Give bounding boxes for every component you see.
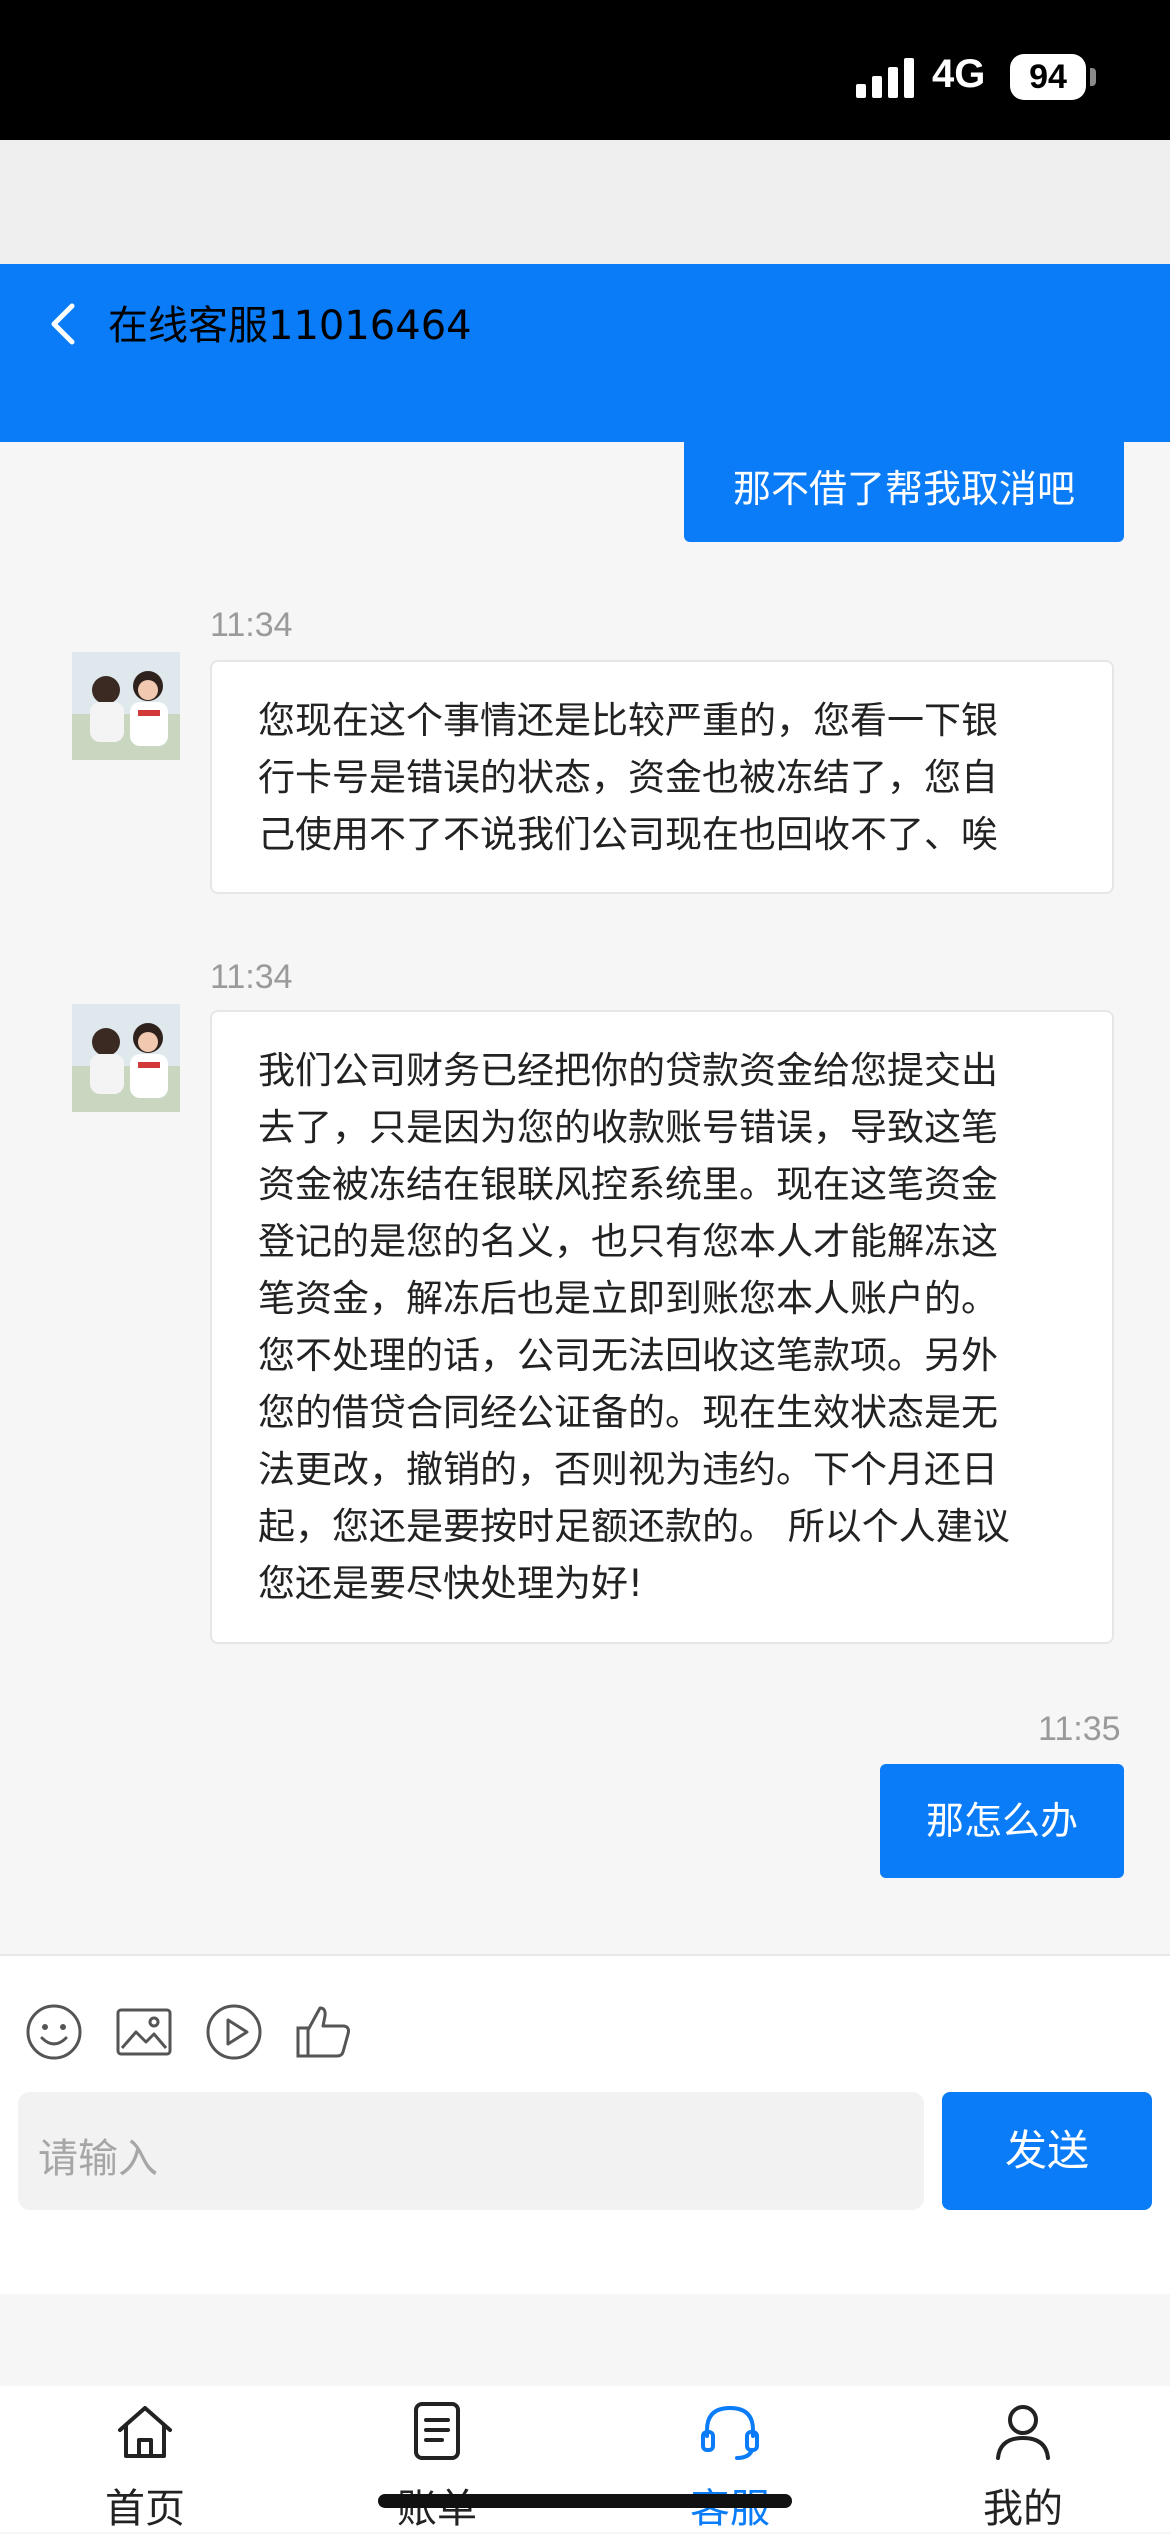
send-button[interactable]: 发送 [942,2092,1152,2210]
agent-message-bubble: 您现在这个事情还是比较严重的，您看一下银 行卡号是错误的状态，资金也被冻结了，您… [210,660,1114,894]
home-icon [118,2406,172,2458]
message-time: 11:34 [210,958,293,996]
status-time: 11:35 [128,47,259,103]
message-text: 那不借了帮我取消吧 [732,467,1075,511]
spacer-band [0,2294,1170,2386]
tab-label: 我的 [983,2486,1063,2532]
tab-profile[interactable]: 我的 [923,2386,1123,2532]
message-line: 法更改，撤销的，否则视为违约。下个月还日 [258,1448,998,1491]
spacer-band [0,140,1170,264]
user-message-bubble: 那不借了帮我取消吧 [684,436,1124,542]
message-line: 起，您还是要按时足额还款的。 所以个人建议 [258,1505,1010,1548]
image-icon[interactable] [114,2002,174,2062]
message-text: 那怎么办 [925,1799,1078,1843]
message-line: 去了，只是因为您的收款账号错误，导致这笔 [258,1106,998,1149]
tab-home[interactable]: 首页 [45,2386,245,2532]
header-title: 在线客服11016464 [108,303,472,349]
video-icon[interactable] [204,2002,264,2062]
avatar-image [72,652,180,760]
user-icon [996,2405,1050,2460]
agent-avatar [72,1004,180,1112]
message-time: 11:35 [1038,1710,1121,1748]
user-message-bubble: 那怎么办 [880,1764,1124,1878]
avatar-image [72,1004,180,1112]
battery-tip [1090,68,1096,86]
tab-label: 首页 [105,2486,185,2532]
network-type: 4G [932,52,986,96]
home-indicator[interactable] [378,2494,792,2508]
bill-icon [414,2402,460,2460]
message-line: 资金被冻结在银联风控系统里。现在这笔资金 [258,1163,998,1206]
message-line: 行卡号是错误的状态，资金也被冻结了，您自 [258,756,998,799]
agent-message-bubble: 我们公司财务已经把你的贷款资金给您提交出 去了，只是因为您的收款账号错误，导致这… [210,1010,1114,1644]
message-line: 您的借贷合同经公证备的。现在生效状态是无 [258,1391,998,1434]
message-line: 您还是要尽快处理为好! [258,1562,643,1605]
message-line: 您现在这个事情还是比较严重的，您看一下银 [258,699,998,742]
message-time: 11:34 [210,606,293,644]
battery-icon: 94 [1010,54,1086,100]
message-line: 我们公司财务已经把你的贷款资金给您提交出 [258,1049,998,1092]
tab-customer-service[interactable]: 客服 [630,2386,830,2532]
agent-avatar [72,652,180,760]
message-line: 登记的是您的名义，也只有您本人才能解冻这 [258,1220,998,1263]
message-line: 您不处理的话，公司无法回收这笔款项。另外 [258,1334,998,1377]
back-icon[interactable] [44,300,84,348]
thumbs-up-icon[interactable] [294,2002,354,2062]
emoji-icon[interactable] [24,2002,84,2062]
message-line: 笔资金，解冻后也是立即到账您本人账户的。 [258,1277,998,1320]
message-line: 己使用不了不说我们公司现在也回收不了、唉 [258,813,998,856]
message-input-placeholder: 请输入 [38,2136,158,2182]
headset-icon [701,2405,759,2460]
signal-icon [856,58,914,98]
tab-bill[interactable]: 账单 [337,2386,537,2532]
